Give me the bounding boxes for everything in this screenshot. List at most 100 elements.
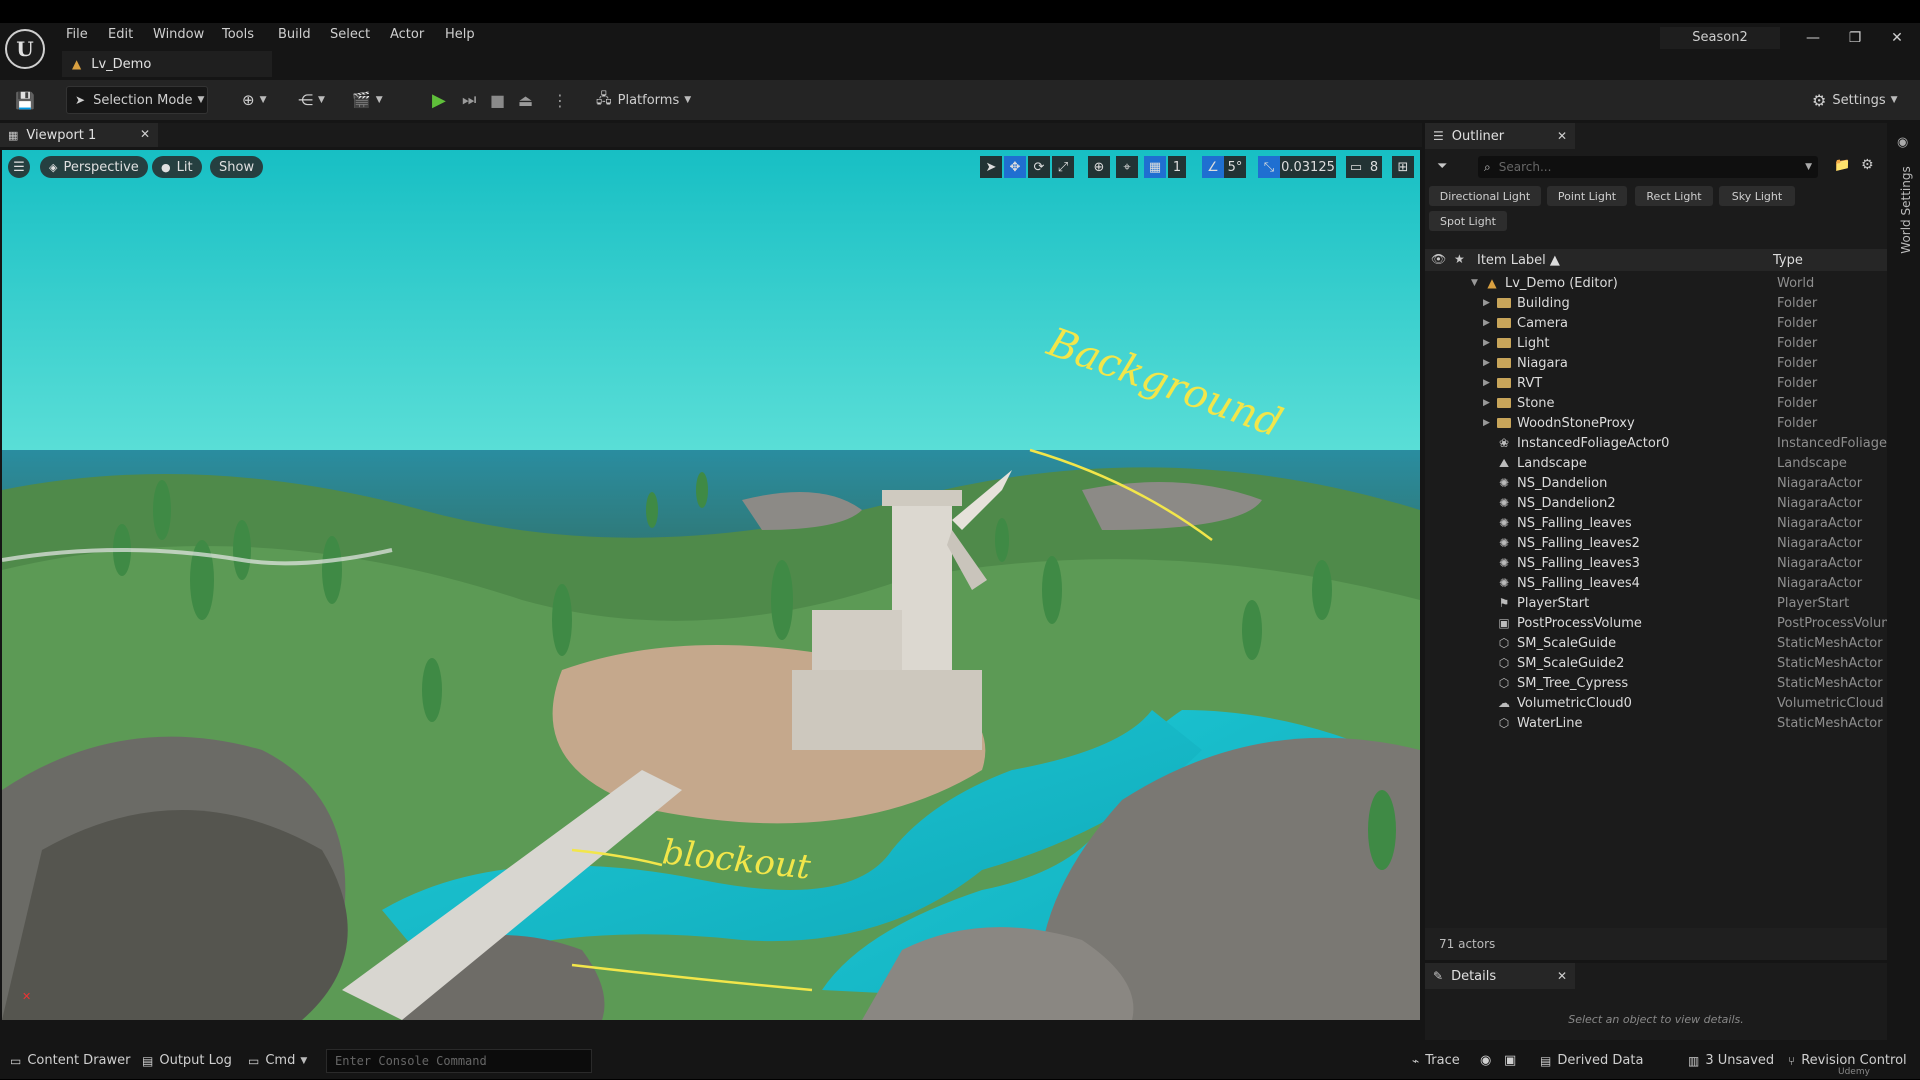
collapsed-arrow-icon[interactable]: ▶ bbox=[1483, 338, 1490, 348]
outliner-row[interactable]: ⛰ Landscape Landscape bbox=[1425, 453, 1887, 473]
outliner-row[interactable]: ✺ NS_Dandelion2 NiagaraActor bbox=[1425, 493, 1887, 513]
lit-button[interactable]: ● Lit bbox=[152, 156, 202, 178]
scale-snap-icon[interactable]: ⤡ bbox=[1258, 156, 1280, 178]
menu-tools[interactable]: Tools bbox=[222, 27, 254, 42]
settings-dropdown[interactable]: ⚙ Settings ▼ bbox=[1812, 86, 1898, 114]
scale-tool-icon[interactable]: ⤢ bbox=[1052, 156, 1074, 178]
angle-snap-value[interactable]: 5° bbox=[1224, 156, 1246, 178]
collapsed-arrow-icon[interactable]: ▶ bbox=[1483, 298, 1490, 308]
outliner-row[interactable]: ✺ NS_Dandelion NiagaraActor bbox=[1425, 473, 1887, 493]
outliner-row[interactable]: ✺ NS_Falling_leaves4 NiagaraActor bbox=[1425, 573, 1887, 593]
filter-icon[interactable]: ⏷ bbox=[1437, 159, 1447, 174]
grid-size-value[interactable]: 1 bbox=[1168, 156, 1186, 178]
select-tool-icon[interactable]: ➤ bbox=[980, 156, 1002, 178]
viewport-tab[interactable]: ▦ Viewport 1 ✕ bbox=[0, 123, 158, 147]
content-drawer-button[interactable]: ▭ Content Drawer bbox=[10, 1053, 130, 1068]
outliner-search-input[interactable]: ⌕ Search... ▼ bbox=[1478, 156, 1818, 178]
close-icon[interactable]: ✕ bbox=[140, 127, 150, 141]
outliner-row[interactable]: ❀ InstancedFoliageActor0 InstancedFoliageA… bbox=[1425, 433, 1887, 453]
details-tab[interactable]: ✎ Details ✕ bbox=[1425, 963, 1575, 989]
minimize-icon[interactable]: — bbox=[1798, 27, 1828, 49]
outliner-row[interactable]: ✺ NS_Falling_leaves NiagaraActor bbox=[1425, 513, 1887, 533]
close-icon[interactable]: ✕ bbox=[1557, 129, 1567, 143]
filter-spot-light[interactable]: Spot Light bbox=[1429, 211, 1507, 231]
star-icon[interactable]: ★ bbox=[1454, 252, 1465, 266]
level-tab[interactable]: ▲ Lv_Demo bbox=[62, 51, 272, 77]
viewport-layout-icon[interactable]: ⊞ bbox=[1392, 156, 1414, 178]
save-icon[interactable]: 💾 bbox=[14, 86, 36, 114]
perspective-button[interactable]: ◈ Perspective bbox=[40, 156, 148, 178]
outliner-row[interactable]: ⬡ SM_Tree_Cypress StaticMeshActor bbox=[1425, 673, 1887, 693]
console-command-input[interactable]: Enter Console Command bbox=[326, 1049, 592, 1073]
column-item-label[interactable]: Item Label ▲ bbox=[1477, 253, 1560, 268]
rotate-tool-icon[interactable]: ⟳ bbox=[1028, 156, 1050, 178]
revision-control-button[interactable]: ⑂ Revision Control bbox=[1788, 1053, 1907, 1068]
outliner-row[interactable]: ▼ ▲ Lv_Demo (Editor) World bbox=[1425, 273, 1887, 293]
outliner-row[interactable]: ⬡ SM_ScaleGuide StaticMeshActor bbox=[1425, 633, 1887, 653]
outliner-row[interactable]: ▶ Light Folder bbox=[1425, 333, 1887, 353]
collapsed-arrow-icon[interactable]: ▶ bbox=[1483, 378, 1490, 388]
close-icon[interactable]: ✕ bbox=[1557, 969, 1567, 983]
outliner-row[interactable]: ✺ NS_Falling_leaves3 NiagaraActor bbox=[1425, 553, 1887, 573]
menu-file[interactable]: File bbox=[66, 27, 88, 42]
eye-icon[interactable]: 👁 bbox=[1431, 252, 1446, 266]
outliner-row[interactable]: ▶ Niagara Folder bbox=[1425, 353, 1887, 373]
record-icon[interactable]: ◉ bbox=[1480, 1053, 1491, 1068]
scale-snap-value[interactable]: 0.03125 bbox=[1280, 156, 1336, 178]
unsaved-button[interactable]: ▥ 3 Unsaved bbox=[1688, 1053, 1774, 1068]
filter-rect-light[interactable]: Rect Light bbox=[1635, 186, 1713, 206]
surface-snap-icon[interactable]: ⌖ bbox=[1116, 156, 1138, 178]
unreal-logo-icon[interactable]: U bbox=[5, 29, 45, 69]
add-actor-button[interactable]: ⊕ ▼ bbox=[242, 86, 267, 114]
camera-speed-value[interactable]: 8 bbox=[1366, 156, 1382, 178]
trace-button[interactable]: ⌁ Trace bbox=[1412, 1053, 1460, 1068]
outliner-row[interactable]: ▣ PostProcessVolume PostProcessVolum bbox=[1425, 613, 1887, 633]
menu-window[interactable]: Window bbox=[153, 27, 204, 42]
close-window-icon[interactable]: ✕ bbox=[1882, 27, 1912, 49]
show-button[interactable]: Show bbox=[210, 156, 264, 178]
expanded-arrow-icon[interactable]: ▼ bbox=[1471, 278, 1478, 288]
play-button[interactable]: ▶ bbox=[432, 86, 446, 114]
collapsed-arrow-icon[interactable]: ▶ bbox=[1483, 358, 1490, 368]
world-settings-tab[interactable]: World Settings bbox=[1899, 162, 1913, 258]
outliner-tab[interactable]: ☰ Outliner ✕ bbox=[1425, 123, 1575, 149]
screenshot-icon[interactable]: ▣ bbox=[1504, 1053, 1516, 1068]
outliner-row[interactable]: ▶ WoodnStoneProxy Folder bbox=[1425, 413, 1887, 433]
outliner-row[interactable]: ▶ RVT Folder bbox=[1425, 373, 1887, 393]
filter-point-light[interactable]: Point Light bbox=[1547, 186, 1627, 206]
cmd-dropdown[interactable]: ▭ Cmd ▼ bbox=[248, 1053, 307, 1068]
camera-speed-icon[interactable]: ▭ bbox=[1346, 156, 1366, 178]
grid-snap-icon[interactable]: ▦ bbox=[1144, 156, 1166, 178]
angle-snap-icon[interactable]: ∠ bbox=[1202, 156, 1224, 178]
output-log-button[interactable]: ▤ Output Log bbox=[142, 1053, 232, 1068]
collapsed-arrow-icon[interactable]: ▶ bbox=[1483, 398, 1490, 408]
blueprint-button[interactable]: ⋲ ▼ bbox=[298, 86, 325, 114]
outliner-row[interactable]: ⬡ WaterLine StaticMeshActor bbox=[1425, 713, 1887, 733]
menu-help[interactable]: Help bbox=[445, 27, 475, 42]
menu-edit[interactable]: Edit bbox=[108, 27, 133, 42]
menu-build[interactable]: Build bbox=[278, 27, 311, 42]
advance-frame-button[interactable]: ⏭ bbox=[462, 86, 476, 114]
restore-icon[interactable]: ❐ bbox=[1840, 27, 1870, 49]
outliner-row[interactable]: ⚑ PlayerStart PlayerStart bbox=[1425, 593, 1887, 613]
cinematics-button[interactable]: 🎬 ▼ bbox=[352, 86, 383, 114]
new-folder-icon[interactable]: 📁 bbox=[1834, 158, 1850, 173]
world-space-icon[interactable]: ⊕ bbox=[1088, 156, 1110, 178]
outliner-row[interactable]: ✺ NS_Falling_leaves2 NiagaraActor bbox=[1425, 533, 1887, 553]
eject-button[interactable]: ⏏ bbox=[518, 86, 533, 114]
collapsed-arrow-icon[interactable]: ▶ bbox=[1483, 318, 1490, 328]
collapsed-arrow-icon[interactable]: ▶ bbox=[1483, 418, 1490, 428]
derived-data-button[interactable]: ▤ Derived Data bbox=[1540, 1053, 1643, 1068]
menu-select[interactable]: Select bbox=[330, 27, 370, 42]
selection-mode-dropdown[interactable]: ➤ Selection Mode ▼ bbox=[66, 86, 208, 114]
outliner-row[interactable]: ▶ Building Folder bbox=[1425, 293, 1887, 313]
menu-actor[interactable]: Actor bbox=[390, 27, 424, 42]
outliner-row[interactable]: ▶ Stone Folder bbox=[1425, 393, 1887, 413]
level-viewport[interactable]: Background blockout ☰ ◈ Perspective ● Li… bbox=[2, 150, 1420, 1020]
translate-tool-icon[interactable]: ✥ bbox=[1004, 156, 1026, 178]
column-type[interactable]: Type bbox=[1773, 253, 1803, 268]
platforms-dropdown[interactable]: 🖧 Platforms ▼ bbox=[596, 86, 691, 114]
gear-icon[interactable]: ⚙ bbox=[1861, 157, 1874, 173]
outliner-row[interactable]: ☁ VolumetricCloud0 VolumetricCloud bbox=[1425, 693, 1887, 713]
outliner-row[interactable]: ▶ Camera Folder bbox=[1425, 313, 1887, 333]
